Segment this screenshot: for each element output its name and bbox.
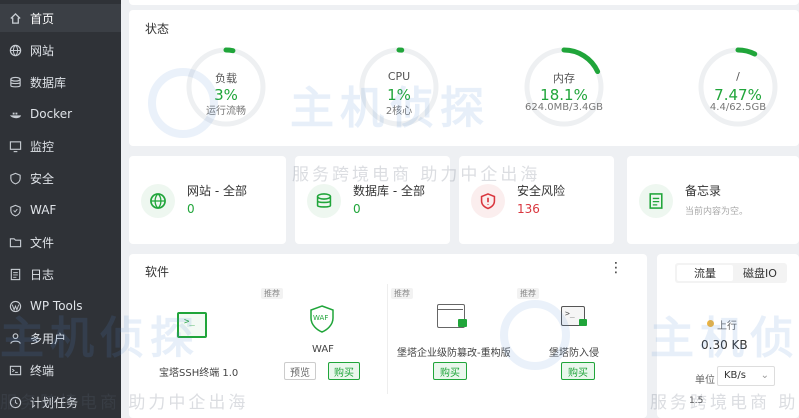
sidebar-item-docker[interactable]: Docker bbox=[0, 100, 121, 128]
sidebar-item-files[interactable]: 文件 bbox=[0, 228, 121, 256]
shield-icon bbox=[8, 171, 22, 185]
sidebar-item-label: 安全 bbox=[30, 171, 55, 186]
database-icon bbox=[8, 75, 22, 89]
waf-shield-icon bbox=[8, 203, 22, 217]
home-icon bbox=[8, 11, 22, 25]
software-card-tamper[interactable]: 推荐 堡塔企业级防篡改-重构版 购买 bbox=[389, 284, 517, 414]
gauge-label: 负载 bbox=[215, 72, 237, 85]
gauge-sub: 运行流畅 bbox=[206, 106, 246, 117]
overview-title: 网站 - 全部 bbox=[187, 184, 247, 198]
overview-title: 数据库 - 全部 bbox=[353, 184, 425, 198]
sidebar-item-waf[interactable]: WAF bbox=[0, 196, 121, 224]
software-panel: 软件 ⋮ 推荐 >_ 宝塔SSH终端 1.0 WAF WAF 预览 购买 推荐 … bbox=[129, 254, 647, 418]
browser-lock-icon bbox=[437, 304, 467, 328]
globe-icon bbox=[141, 184, 175, 218]
software-card-waf-group[interactable]: 推荐 >_ 宝塔SSH终端 1.0 WAF WAF 预览 购买 bbox=[129, 284, 387, 414]
buy-button[interactable]: 购买 bbox=[328, 362, 360, 380]
software-name: 堡塔企业级防篡改-重构版 bbox=[397, 348, 511, 359]
log-icon bbox=[8, 267, 22, 281]
overview-value[interactable]: 0 bbox=[187, 202, 195, 216]
sidebar-item-label: WAF bbox=[30, 203, 57, 217]
folder-icon bbox=[8, 235, 22, 249]
unit-label: 单位 bbox=[695, 375, 715, 386]
upload-value: 0.30 KB bbox=[701, 338, 748, 352]
users-icon bbox=[8, 331, 22, 345]
sidebar-item-label: 网站 bbox=[30, 43, 55, 58]
sidebar-item-label: 日志 bbox=[30, 267, 55, 282]
sidebar-item-website[interactable]: 网站 bbox=[0, 36, 121, 64]
sidebar-item-label: 多用户 bbox=[30, 331, 67, 346]
terminal-lock-icon: >_ bbox=[561, 306, 587, 326]
gauge-sub: 624.0MB/3.4GB bbox=[525, 102, 603, 113]
software-title: 软件 bbox=[145, 265, 170, 279]
waf-shield-icon: WAF bbox=[309, 305, 335, 333]
clock-icon bbox=[8, 395, 22, 409]
sidebar-item-security[interactable]: 安全 bbox=[0, 164, 121, 192]
sidebar-item-label: WP Tools bbox=[30, 299, 83, 313]
software-name: 宝塔SSH终端 1.0 bbox=[159, 368, 239, 379]
overview-security-risk[interactable]: 安全风险 136 bbox=[459, 156, 614, 244]
traffic-panel-content: 流量 磁盘IO 上行 0.30 KB 单位 KB/s ⌄ 1.5 bbox=[657, 0, 799, 418]
overview-value[interactable]: 0 bbox=[353, 202, 361, 216]
docker-icon bbox=[8, 107, 22, 121]
software-name: 堡塔防入侵 bbox=[549, 348, 599, 359]
sidebar-item-label: 终端 bbox=[30, 363, 55, 378]
preview-button[interactable]: 预览 bbox=[284, 362, 316, 380]
sidebar-item-logs[interactable]: 日志 bbox=[0, 260, 121, 288]
unit-select[interactable]: KB/s ⌄ bbox=[717, 366, 775, 386]
unit-value: KB/s bbox=[724, 370, 746, 381]
status-title: 状态 bbox=[145, 22, 170, 36]
recommend-tag: 推荐 bbox=[261, 288, 283, 299]
tab-disk-io[interactable]: 磁盘IO bbox=[735, 265, 785, 281]
more-options-icon[interactable]: ⋮ bbox=[609, 260, 623, 276]
software-card-intrusion[interactable]: 推荐 >_ 堡塔防入侵 购买 bbox=[517, 284, 645, 414]
gauge-memory[interactable]: 内存 18.1% bbox=[519, 42, 609, 132]
terminal-icon: >_ bbox=[177, 312, 207, 338]
sidebar-item-wp-tools[interactable]: WP Tools bbox=[0, 292, 121, 320]
recommend-tag: 推荐 bbox=[391, 288, 413, 299]
gauge-label: 内存 bbox=[553, 72, 575, 85]
sidebar-item-label: 计划任务 bbox=[30, 395, 79, 410]
recommend-tag: 推荐 bbox=[517, 288, 539, 299]
wordpress-icon bbox=[8, 299, 22, 313]
sidebar-item-monitor[interactable]: 监控 bbox=[0, 132, 121, 160]
database-icon bbox=[307, 184, 341, 218]
sidebar-item-label: 文件 bbox=[30, 235, 55, 250]
sidebar-item-label: Docker bbox=[30, 107, 73, 121]
overview-title: 安全风险 bbox=[517, 184, 566, 198]
terminal-icon bbox=[8, 363, 22, 377]
tab-traffic[interactable]: 流量 bbox=[677, 265, 733, 281]
sidebar-item-label: 监控 bbox=[30, 139, 55, 154]
divider bbox=[387, 284, 388, 394]
waf-badge-text: WAF bbox=[313, 314, 329, 322]
upload-legend-dot bbox=[707, 320, 714, 327]
monitor-icon bbox=[8, 139, 22, 153]
shield-alert-icon bbox=[471, 184, 505, 218]
gauge-cpu[interactable]: CPU 1% bbox=[354, 42, 444, 132]
gauge-label: CPU bbox=[387, 70, 411, 83]
buy-button[interactable]: 购买 bbox=[561, 362, 595, 380]
software-name: WAF bbox=[312, 344, 334, 355]
gauge-sub: 2核心 bbox=[385, 106, 413, 117]
upload-label: 上行 bbox=[717, 321, 737, 332]
traffic-tabs: 流量 磁盘IO bbox=[675, 263, 787, 283]
axis-tick: 1.5 bbox=[689, 396, 704, 406]
gauge-load[interactable]: 负载 3% bbox=[181, 42, 271, 132]
overview-website[interactable]: 网站 - 全部 0 bbox=[129, 156, 286, 244]
sidebar-item-home[interactable]: 首页 bbox=[0, 4, 121, 32]
buy-button[interactable]: 购买 bbox=[433, 362, 467, 380]
chevron-down-icon: ⌄ bbox=[760, 370, 769, 381]
sidebar-item-multi-user[interactable]: 多用户 bbox=[0, 324, 121, 352]
sidebar-item-label: 数据库 bbox=[30, 75, 67, 90]
sidebar-item-label: 首页 bbox=[30, 11, 55, 26]
globe-icon bbox=[8, 43, 22, 57]
main-content: 状态 负载 3% 运行流畅 CPU 1% 2核心 内存 18.1% 624.0M… bbox=[121, 0, 799, 418]
sidebar: 首页 网站 数据库 Docker 监控 安全 WAF 文件 日志 WP Tool… bbox=[0, 0, 121, 418]
overview-value[interactable]: 136 bbox=[517, 202, 540, 216]
sidebar-item-terminal[interactable]: 终端 bbox=[0, 356, 121, 384]
sidebar-item-database[interactable]: 数据库 bbox=[0, 68, 121, 96]
sidebar-item-cron[interactable]: 计划任务 bbox=[0, 388, 121, 416]
overview-database[interactable]: 数据库 - 全部 0 bbox=[295, 156, 450, 244]
